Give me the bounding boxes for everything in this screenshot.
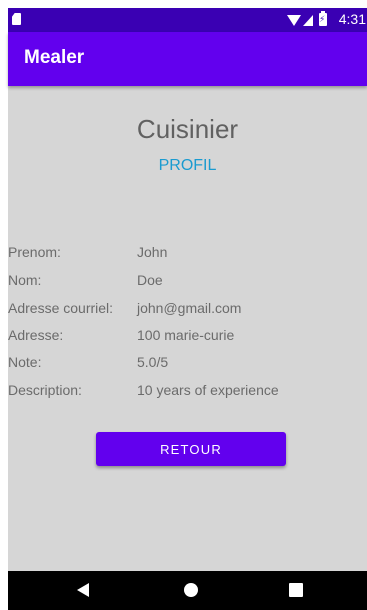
info-value: Doe xyxy=(137,272,163,288)
info-row-note: Note: 5.0/5 xyxy=(8,354,367,376)
page-title: Cuisinier xyxy=(136,114,239,144)
info-label: Adresse courriel: xyxy=(8,300,114,316)
page-subtitle: PROFIL xyxy=(158,157,217,174)
home-icon[interactable] xyxy=(184,583,198,597)
retour-button[interactable]: RETOUR xyxy=(96,432,286,466)
app-bar: Mealer xyxy=(8,32,367,86)
info-label: Prenom: xyxy=(8,244,61,260)
navigation-bar xyxy=(8,571,367,610)
back-icon[interactable] xyxy=(77,583,89,597)
info-label: Note: xyxy=(8,354,42,370)
info-row-description: Description: 10 years of experience xyxy=(8,382,367,404)
info-row-nom: Nom: Doe xyxy=(8,272,367,294)
info-value: 10 years of experience xyxy=(137,382,279,398)
app-title: Mealer xyxy=(24,47,85,68)
info-row-adresse: Adresse: 100 marie-curie xyxy=(8,327,367,349)
info-row-prenom: Prenom: John xyxy=(8,244,367,266)
info-label: Adresse: xyxy=(8,327,64,343)
signal-icon xyxy=(303,15,313,26)
sd-card-icon xyxy=(12,13,21,25)
phone-screen: 4:31 Mealer Cuisinier PROFIL Prenom: Joh… xyxy=(8,8,367,610)
status-bar: 4:31 xyxy=(8,8,367,32)
info-value: john@gmail.com xyxy=(137,300,242,316)
battery-charging-icon xyxy=(319,11,327,26)
info-value: John xyxy=(137,244,168,260)
info-label: Nom: xyxy=(8,272,42,288)
recent-apps-icon[interactable] xyxy=(289,583,303,597)
info-label: Description: xyxy=(8,382,82,398)
info-value: 5.0/5 xyxy=(137,354,169,370)
info-row-email: Adresse courriel: john@gmail.com xyxy=(8,300,367,322)
wifi-icon xyxy=(287,15,301,26)
info-value: 100 marie-curie xyxy=(137,327,235,343)
status-time: 4:31 xyxy=(338,11,366,27)
